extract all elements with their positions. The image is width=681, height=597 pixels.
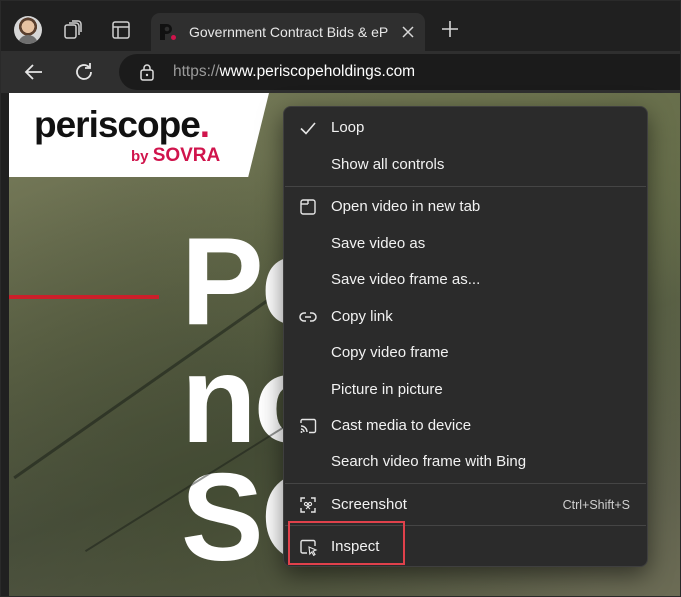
back-button[interactable] bbox=[22, 60, 46, 84]
url-text: https://www.periscopeholdings.com bbox=[173, 63, 416, 80]
menu-item-save-video-frame-as[interactable]: Save video frame as... bbox=[284, 262, 647, 296]
link-icon bbox=[299, 312, 317, 322]
profile-avatar[interactable] bbox=[14, 16, 42, 44]
screenshot-icon bbox=[300, 497, 316, 513]
menu-item-label: Search video frame with Bing bbox=[331, 453, 527, 470]
refresh-button[interactable] bbox=[72, 60, 96, 84]
logo-tagline: by SOVRA bbox=[131, 145, 221, 166]
menu-item-cast-media[interactable]: Cast media to device bbox=[284, 408, 647, 442]
active-tab[interactable]: Government Contract Bids & eProcurement … bbox=[151, 13, 425, 51]
menu-item-label: Copy link bbox=[331, 308, 393, 325]
inspect-highlight-box bbox=[288, 521, 405, 565]
menu-item-loop[interactable]: Loop bbox=[284, 110, 647, 144]
lock-icon[interactable] bbox=[139, 63, 155, 81]
menu-item-open-video-new-tab[interactable]: Open video in new tab bbox=[284, 189, 647, 223]
menu-separator bbox=[285, 483, 646, 484]
menu-item-label: Picture in picture bbox=[331, 381, 443, 398]
vertical-tabs-icon[interactable] bbox=[109, 18, 133, 42]
menu-item-label: Copy video frame bbox=[331, 344, 449, 361]
periscope-favicon-icon bbox=[160, 24, 176, 40]
menu-item-label: Save video frame as... bbox=[331, 271, 481, 288]
menu-item-label: Screenshot bbox=[331, 496, 407, 513]
menu-item-copy-video-frame[interactable]: Copy video frame bbox=[284, 335, 647, 369]
menu-item-show-all-controls[interactable]: Show all controls bbox=[284, 147, 647, 181]
accent-line bbox=[9, 295, 159, 299]
close-tab-icon[interactable] bbox=[400, 24, 416, 40]
menu-item-save-video-as[interactable]: Save video as bbox=[284, 226, 647, 260]
menu-item-label: Save video as bbox=[331, 235, 426, 252]
address-bar[interactable]: https://www.periscopeholdings.com bbox=[119, 54, 680, 90]
new-tab-icon bbox=[300, 199, 316, 215]
browser-window: Government Contract Bids & eProcurement … bbox=[0, 0, 681, 597]
menu-item-picture-in-picture[interactable]: Picture in picture bbox=[284, 372, 647, 406]
new-tab-button[interactable] bbox=[439, 18, 461, 40]
menu-item-copy-link[interactable]: Copy link bbox=[284, 299, 647, 333]
menu-item-label: Loop bbox=[331, 119, 365, 136]
video-context-menu: Loop Show all controls Open video in new… bbox=[283, 106, 648, 567]
navigation-toolbar: https://www.periscopeholdings.com bbox=[1, 51, 680, 93]
tab-title: Government Contract Bids & eProcurement … bbox=[189, 24, 389, 40]
tab-strip: Government Contract Bids & eProcurement … bbox=[1, 1, 680, 51]
menu-item-label: Show all controls bbox=[331, 156, 445, 173]
menu-item-label: Cast media to device bbox=[331, 417, 472, 434]
logo-wordmark: periscope. bbox=[34, 104, 210, 145]
menu-item-label: Open video in new tab bbox=[331, 198, 481, 215]
workspaces-icon[interactable] bbox=[61, 18, 85, 42]
check-icon bbox=[300, 122, 316, 135]
menu-item-search-frame-bing[interactable]: Search video frame with Bing bbox=[284, 444, 647, 478]
periscope-logo[interactable]: periscope. by SOVRA bbox=[9, 93, 269, 177]
menu-separator bbox=[285, 186, 646, 187]
menu-item-screenshot[interactable]: Screenshot Ctrl+Shift+S bbox=[284, 487, 647, 521]
menu-item-shortcut: Ctrl+Shift+S bbox=[562, 498, 630, 512]
cast-icon bbox=[300, 418, 317, 434]
